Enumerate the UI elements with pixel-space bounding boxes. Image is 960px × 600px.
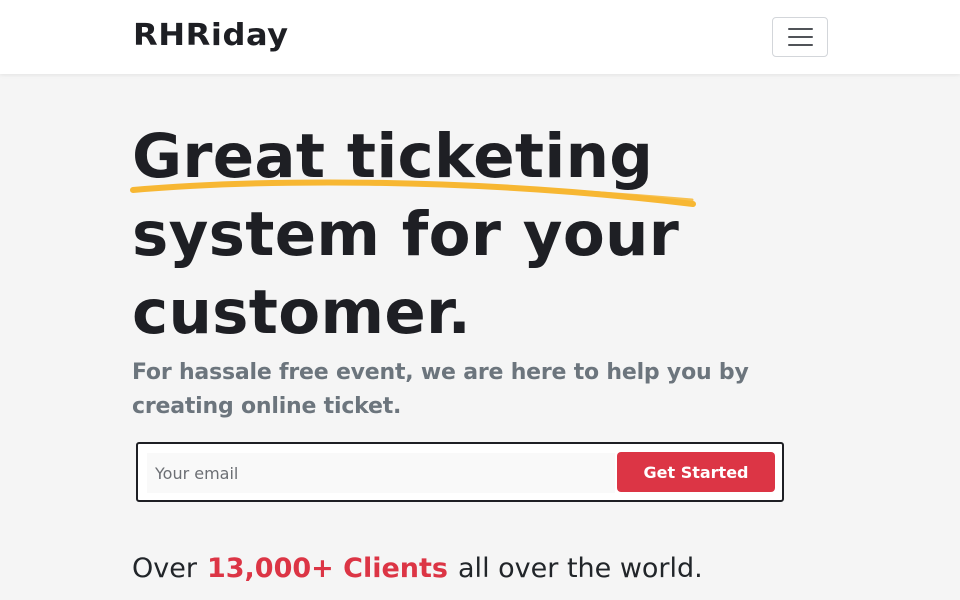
hero-title-line-1: Great ticketing	[132, 121, 654, 192]
navbar-toggler-button[interactable]	[772, 17, 828, 57]
hero-title-line-2: system for your	[132, 199, 680, 270]
email-signup-form: Get Started	[136, 442, 784, 502]
clients-statement: Over 13,000+ Clients all over the world.	[132, 550, 703, 588]
clients-count-highlight: 13,000+ Clients	[206, 553, 449, 584]
hamburger-menu-icon	[788, 28, 813, 47]
brand-logo[interactable]: RHRiday	[133, 18, 289, 53]
hero-title-line-3: customer.	[132, 277, 472, 348]
clients-suffix: all over the world.	[458, 553, 703, 584]
hero-title: Great ticketing system for your customer…	[132, 118, 772, 352]
navbar: RHRiday	[0, 0, 960, 74]
hero-lead-text: For hassale free event, we are here to h…	[132, 360, 749, 419]
email-input[interactable]	[147, 453, 615, 493]
clients-prefix: Over	[132, 553, 197, 584]
get-started-button[interactable]: Get Started	[617, 452, 775, 492]
